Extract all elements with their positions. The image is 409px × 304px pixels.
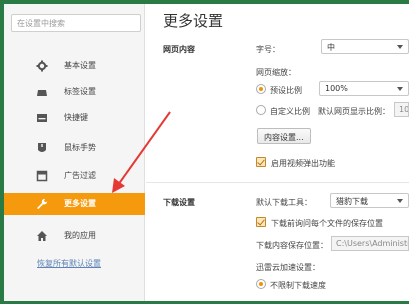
section-divider: [146, 182, 409, 183]
font-size-select[interactable]: 中: [321, 39, 409, 54]
preset-zoom-select[interactable]: 100%: [319, 81, 409, 96]
mouse-icon: [38, 143, 46, 152]
font-size-label: 字号：: [256, 45, 280, 54]
sidebar-item-my-apps[interactable]: 我的应用: [4, 226, 145, 246]
video-popup-checkbox[interactable]: [256, 157, 266, 167]
custom-zoom-radio[interactable]: [256, 105, 266, 115]
save-location-label: 下载内容保存位置：: [256, 241, 328, 250]
restore-defaults-link[interactable]: 恢复所有默认设置: [37, 258, 101, 269]
download-tool-value: 猎豹下载: [336, 197, 368, 206]
no-speed-limit-radio[interactable]: [256, 279, 266, 289]
web-content-section-label: 网页内容: [163, 45, 195, 54]
chevron-down-icon: [397, 45, 403, 49]
default-zoom-label: 默认网页显示比例：: [318, 107, 390, 116]
ask-save-location-checkbox[interactable]: [256, 217, 266, 227]
sidebar-item-mouse-gestures[interactable]: 鼠标手势: [4, 138, 145, 158]
home-icon: [37, 231, 47, 241]
keyboard-icon: [37, 114, 47, 122]
tab-icon: [37, 90, 47, 96]
chevron-down-icon: [397, 199, 403, 203]
sidebar-item-label: 我的应用: [64, 231, 96, 240]
sidebar-item-label: 鼠标手势: [64, 143, 96, 152]
settings-main: 更多设置 网页内容 字号： 中 网页缩放： 预设比例 100% 自定义比例 默认…: [146, 4, 409, 301]
wrench-icon: [37, 198, 48, 210]
default-zoom-input[interactable]: 100: [394, 102, 409, 117]
sidebar-item-label: 广告过滤: [64, 171, 96, 180]
sidebar-item-shortcuts[interactable]: 快捷键: [4, 108, 145, 128]
default-download-tool-label: 默认下载工具：: [256, 198, 312, 207]
video-popup-label: 启用视频弹出功能: [271, 159, 335, 168]
sidebar-item-basic[interactable]: 基本设置: [4, 56, 145, 76]
filter-icon: [36, 170, 48, 182]
chevron-down-icon: [397, 87, 403, 91]
sidebar-item-ad-filter[interactable]: 广告过滤: [4, 166, 145, 186]
preset-zoom-radio[interactable]: [256, 84, 266, 94]
content-settings-button[interactable]: 内容设置...: [257, 128, 311, 144]
gear-icon: [36, 60, 48, 72]
save-location-input[interactable]: C:\Users\Administra: [331, 236, 409, 251]
cloud-accel-label: 迅雷云加速设置：: [256, 263, 320, 272]
sidebar-item-label: 快捷键: [64, 113, 88, 122]
ask-save-location-label: 下载前询问每个文件的保存位置: [271, 219, 383, 228]
sidebar: 基本设置 标签设置 快捷键 鼠标手势 广告过滤 更多设置: [4, 4, 145, 301]
preset-zoom-label: 预设比例: [270, 86, 302, 95]
download-section-label: 下载设置: [163, 198, 195, 207]
sidebar-item-label: 标签设置: [64, 87, 96, 96]
no-speed-limit-label: 不限制下载速度: [270, 281, 326, 290]
preset-zoom-value: 100%: [325, 84, 348, 93]
sidebar-item-more-settings[interactable]: 更多设置: [4, 193, 145, 215]
download-tool-select[interactable]: 猎豹下载: [330, 193, 409, 208]
custom-zoom-label: 自定义比例: [270, 107, 310, 116]
page-title: 更多设置: [163, 12, 224, 30]
sidebar-item-label: 更多设置: [64, 199, 96, 208]
sidebar-item-tabs[interactable]: 标签设置: [4, 82, 145, 102]
zoom-label: 网页缩放：: [256, 68, 296, 77]
search-input[interactable]: [11, 14, 141, 32]
font-size-value: 中: [327, 43, 335, 52]
sidebar-item-label: 基本设置: [64, 61, 96, 70]
